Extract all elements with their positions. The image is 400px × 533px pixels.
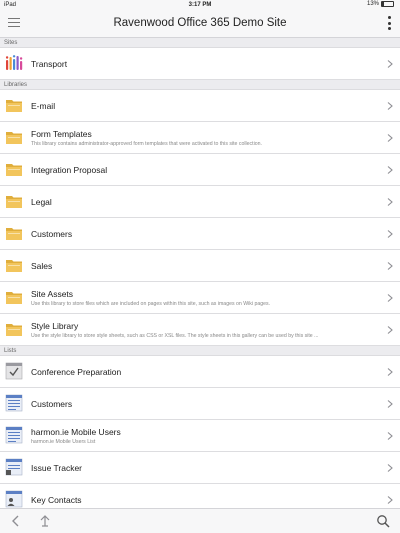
list-item-customers[interactable]: Customers: [0, 218, 400, 250]
list-item-style-library[interactable]: Style Library Use the style library to st…: [0, 314, 400, 346]
folder-icon: [5, 320, 23, 338]
list-icon: [5, 426, 23, 444]
item-text: Integration Proposal: [31, 154, 380, 186]
item-text: Issue Tracker: [31, 452, 380, 484]
chevron-right-icon: [387, 400, 393, 408]
battery-indicator: 13%: [367, 1, 394, 7]
task-list-icon: [5, 362, 23, 380]
section-header-libraries: Libraries: [0, 80, 400, 90]
item-text: Transport: [31, 48, 380, 80]
folder-icon: [5, 128, 23, 146]
item-label: Issue Tracker: [31, 463, 83, 473]
item-description: Use the style library to store style she…: [31, 333, 319, 339]
item-label: E-mail: [31, 101, 56, 111]
list-item-conference-preparation[interactable]: Conference Preparation: [0, 356, 400, 388]
item-text: Customers: [31, 218, 380, 250]
item-label: Site Assets: [31, 289, 74, 299]
folder-icon: [5, 224, 23, 242]
more-options-icon[interactable]: [387, 16, 391, 30]
folder-icon: [5, 288, 23, 306]
folder-icon: [5, 160, 23, 178]
item-label: Form Templates: [31, 129, 92, 139]
item-label: Legal: [31, 197, 52, 207]
bottom-toolbar: [0, 508, 400, 533]
go-up-icon[interactable]: [38, 514, 52, 528]
item-description: Use this library to store files which ar…: [31, 301, 271, 307]
item-text: Conference Preparation: [31, 356, 380, 388]
list-item-integration-proposal[interactable]: Integration Proposal: [0, 154, 400, 186]
list-item-sales[interactable]: Sales: [0, 250, 400, 282]
item-description: harmon.ie Mobile Users List: [31, 439, 96, 445]
chevron-right-icon: [387, 368, 393, 376]
app-icon: [5, 54, 23, 72]
item-text: Legal: [31, 186, 380, 218]
status-bar: iPad 3:17 PM 13%: [0, 0, 400, 10]
list-item-site-assets[interactable]: Site Assets Use this library to store fil…: [0, 282, 400, 314]
chevron-right-icon: [387, 464, 393, 472]
list-item-customers[interactable]: Customers: [0, 388, 400, 420]
section-header-sites: Sites: [0, 38, 400, 48]
item-label: harmon.ie Mobile Users: [31, 427, 121, 437]
item-label: Integration Proposal: [31, 165, 108, 175]
folder-icon: [5, 256, 23, 274]
item-label: Transport: [31, 59, 68, 69]
chevron-right-icon: [387, 60, 393, 68]
battery-percent: 13%: [366, 1, 379, 7]
list-item-e-mail[interactable]: E-mail: [0, 90, 400, 122]
list-item-legal[interactable]: Legal: [0, 186, 400, 218]
item-text: Customers: [31, 388, 380, 420]
item-description: This library contains administrator-appr…: [31, 141, 262, 147]
item-text: harmon.ie Mobile Users harmon.ie Mobile U…: [31, 420, 380, 452]
folder-icon: [5, 192, 23, 210]
back-icon[interactable]: [9, 514, 23, 528]
item-label: Customers: [31, 399, 73, 409]
content-list[interactable]: Sites Transport Libraries E-mail Form Te…: [0, 38, 400, 508]
item-label: Customers: [31, 229, 73, 239]
chevron-right-icon: [387, 134, 393, 142]
list-item-harmon-ie-mobile-users[interactable]: harmon.ie Mobile Users harmon.ie Mobile U…: [0, 420, 400, 452]
item-label: Key Contacts: [31, 495, 82, 505]
chevron-right-icon: [387, 166, 393, 174]
item-text: Sales: [31, 250, 380, 282]
chevron-right-icon: [387, 262, 393, 270]
item-label: Style Library: [31, 321, 79, 331]
item-label: Conference Preparation: [31, 367, 122, 377]
chevron-right-icon: [387, 496, 393, 504]
search-icon[interactable]: [376, 514, 390, 528]
chevron-right-icon: [387, 102, 393, 110]
list-item-issue-tracker[interactable]: Issue Tracker: [0, 452, 400, 484]
page-title: Ravenwood Office 365 Demo Site: [113, 17, 287, 29]
chevron-right-icon: [387, 198, 393, 206]
chevron-right-icon: [387, 294, 393, 302]
section-header-lists: Lists: [0, 346, 400, 356]
chevron-right-icon: [387, 326, 393, 334]
item-text: Style Library Use the style library to st…: [31, 314, 380, 346]
clock: 3:17 PM: [188, 2, 212, 8]
chevron-right-icon: [387, 230, 393, 238]
nav-bar: Ravenwood Office 365 Demo Site: [0, 10, 400, 38]
battery-icon: [381, 1, 394, 7]
list-item-key-contacts[interactable]: Key Contacts: [0, 484, 400, 508]
item-text: Form Templates This library contains admi…: [31, 122, 380, 154]
item-text: E-mail: [31, 90, 380, 122]
list-item-form-templates[interactable]: Form Templates This library contains admi…: [0, 122, 400, 154]
list-item-transport[interactable]: Transport: [0, 48, 400, 80]
item-text: Key Contacts: [31, 484, 380, 508]
folder-icon: [5, 96, 23, 114]
item-label: Sales: [31, 261, 53, 271]
issue-list-icon: [5, 458, 23, 476]
item-text: Site Assets Use this library to store fil…: [31, 282, 380, 314]
list-icon: [5, 394, 23, 412]
contacts-list-icon: [5, 490, 23, 508]
chevron-right-icon: [387, 432, 393, 440]
